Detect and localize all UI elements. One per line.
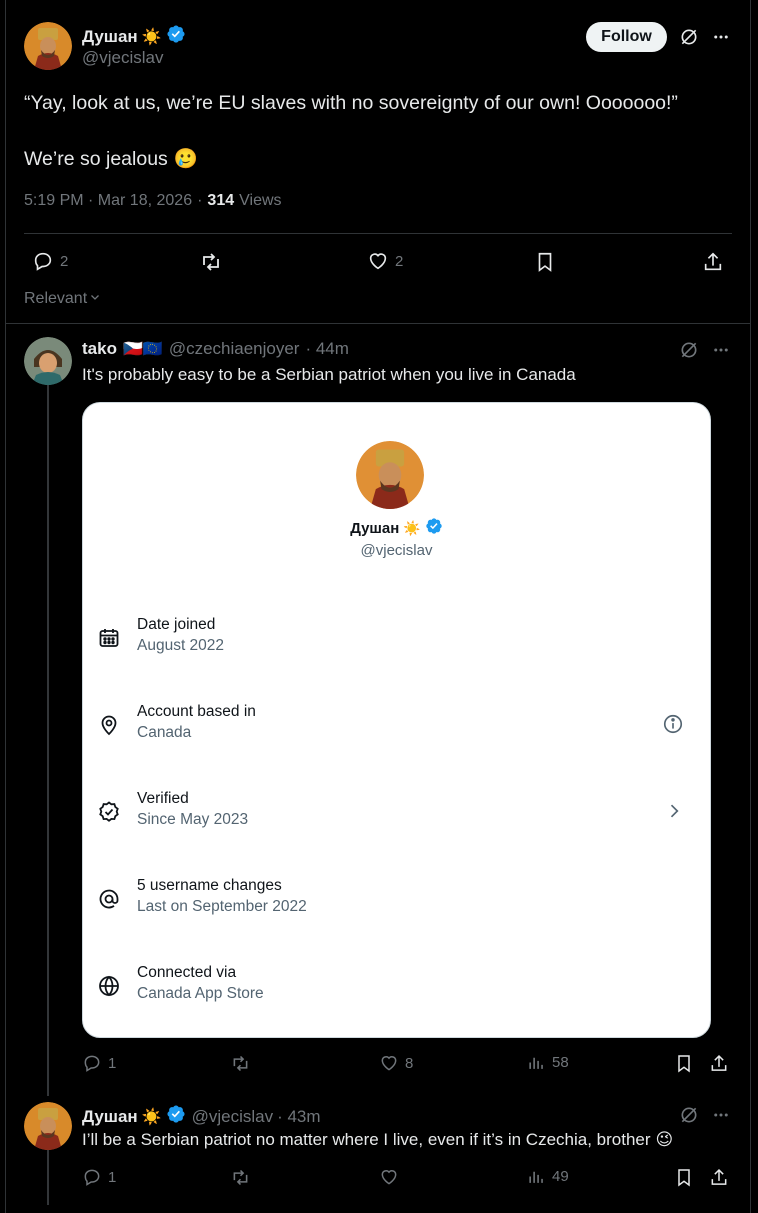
tako-name[interactable]: tako: [82, 339, 117, 359]
views-count: 58: [552, 1054, 569, 1071]
chevron-right-icon: [664, 801, 684, 826]
author-handle[interactable]: @vjecislav: [192, 1107, 274, 1127]
card-avatar: [356, 441, 424, 509]
connected-via-row: Connected via Canada App Store: [83, 964, 710, 1010]
reply-button[interactable]: 2: [32, 250, 68, 272]
grok-icon[interactable]: [678, 26, 700, 48]
row-sub: Since May 2023: [137, 811, 249, 828]
username-changes-row: 5 username changes Last on September 202…: [83, 877, 710, 923]
section-divider: [5, 323, 751, 324]
sort-label: Relevant: [24, 290, 88, 307]
more-options-icon[interactable]: [710, 1104, 732, 1126]
row-sub: Canada App Store: [137, 985, 264, 1002]
share-button[interactable]: [702, 250, 724, 274]
card-handle: @vjecislav: [360, 542, 433, 559]
reply-count: 2: [60, 252, 69, 270]
flags: 🇨🇿🇪🇺: [122, 341, 163, 358]
row-title: Date joined: [137, 616, 216, 633]
date-joined-row: Date joined August 2022: [83, 616, 710, 662]
tweet-emoji: 🥲: [173, 148, 199, 170]
divider: [24, 233, 732, 234]
views-button[interactable]: 49: [527, 1167, 569, 1186]
profile-info-image[interactable]: Душан ☀️ @vjecislav Date joined August 2…: [82, 402, 711, 1038]
verified-row: Verified Since May 2023: [83, 790, 710, 836]
grok-icon[interactable]: [678, 339, 700, 361]
timestamp-separator: ·: [197, 192, 203, 209]
row-title: 5 username changes: [137, 877, 282, 894]
author-avatar[interactable]: [24, 1102, 72, 1150]
verified-badge-icon: [425, 517, 443, 540]
tako-handle[interactable]: @czechiaenjoyer: [169, 339, 300, 359]
bookmark-button[interactable]: [674, 1053, 694, 1074]
card-sun-emoji: ☀️: [403, 520, 421, 536]
share-button[interactable]: [709, 1167, 729, 1188]
reply-count: 1: [108, 1054, 117, 1072]
thread-line: [47, 376, 49, 1096]
sort-dropdown[interactable]: Relevant: [24, 290, 101, 308]
sun-emoji: ☀️: [141, 1108, 162, 1126]
tako-time[interactable]: · 44m: [305, 339, 348, 359]
bookmark-button[interactable]: [534, 250, 556, 274]
like-button[interactable]: 2: [367, 250, 403, 272]
author-handle[interactable]: @vjecislav: [82, 48, 164, 68]
author-name[interactable]: Душан: [82, 27, 138, 47]
like-button[interactable]: [379, 1167, 399, 1187]
more-options-icon[interactable]: [710, 339, 732, 361]
verified-badge-icon: [166, 1104, 186, 1129]
reply-count: 1: [108, 1168, 117, 1186]
at-sign-icon: [97, 887, 121, 911]
row-title: Account based in: [137, 703, 256, 720]
reply-text: I’ll be a Serbian patriot no matter wher…: [82, 1130, 651, 1149]
row-sub: August 2022: [137, 637, 225, 654]
row-sub: Canada: [137, 724, 192, 741]
sun-emoji: ☀️: [141, 28, 162, 46]
reply-button[interactable]: 1: [82, 1167, 116, 1187]
info-icon: [662, 713, 684, 740]
row-title: Verified: [137, 790, 189, 807]
verified-badge-icon: [97, 800, 121, 824]
like-count: 8: [405, 1054, 414, 1072]
thread-line-2: [47, 1150, 49, 1205]
card-name: Душан: [350, 520, 400, 537]
account-based-row: Account based in Canada: [83, 703, 710, 749]
more-options-icon[interactable]: [710, 26, 732, 48]
calendar-icon: [97, 626, 121, 650]
retweet-button[interactable]: [230, 1053, 251, 1074]
views-button[interactable]: 58: [527, 1053, 569, 1072]
author-name[interactable]: Душан: [82, 1107, 138, 1127]
left-border: [5, 0, 6, 1213]
reply-button[interactable]: 1: [82, 1053, 116, 1073]
retweet-button[interactable]: [230, 1167, 251, 1188]
row-sub: Last on September 2022: [137, 898, 307, 915]
verified-badge-icon: [166, 24, 186, 49]
retweet-button[interactable]: [199, 250, 223, 274]
views-label: Views: [239, 192, 282, 209]
row-title: Connected via: [137, 964, 237, 981]
tweet-text-line1: “Yay, look at us, we’re EU slaves with n…: [24, 92, 678, 114]
grok-icon[interactable]: [678, 1104, 700, 1126]
chevron-down-icon: [89, 290, 101, 308]
views-count: 49: [552, 1168, 569, 1185]
bookmark-button[interactable]: [674, 1167, 694, 1188]
follow-button[interactable]: Follow: [586, 22, 667, 52]
author-avatar[interactable]: [24, 22, 72, 70]
globe-icon: [97, 974, 121, 998]
right-border: [750, 0, 751, 1213]
reply-time[interactable]: · 43m: [277, 1107, 320, 1127]
tako-avatar[interactable]: [24, 337, 72, 385]
tweet-timestamp[interactable]: 5:19 PM · Mar 18, 2026: [24, 192, 192, 210]
views-count: 314: [207, 192, 235, 209]
tako-text: It's probably easy to be a Serbian patri…: [82, 365, 576, 384]
location-pin-icon: [97, 713, 121, 737]
share-button[interactable]: [709, 1053, 729, 1074]
wink-emoji: 😉: [655, 1130, 674, 1149]
tweet-text-line2: We’re so jealous: [24, 148, 168, 170]
like-button[interactable]: 8: [379, 1053, 413, 1073]
like-count: 2: [395, 252, 404, 270]
